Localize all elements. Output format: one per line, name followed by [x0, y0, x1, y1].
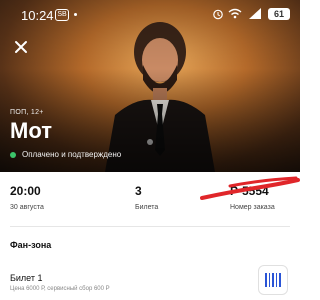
divider: [10, 226, 290, 227]
event-hero: 10:24 SB 61 ПОП, 12+ Мот Оплачено и подт…: [0, 0, 300, 172]
event-time: 20:00: [10, 184, 41, 198]
status-dot: [10, 151, 16, 158]
close-icon[interactable]: [10, 36, 32, 58]
zone-title: Фан-зона: [10, 240, 52, 250]
payment-status-text: Оплачено и подтверждено: [22, 150, 122, 159]
barcode-button[interactable]: [258, 265, 288, 295]
event-date: 30 августа: [10, 204, 44, 211]
alarm-icon: [213, 9, 223, 20]
battery-indicator: 61: [268, 8, 290, 20]
ticket-count-label: Билета: [135, 204, 159, 211]
status-time: 10:24: [21, 8, 54, 23]
wifi-icon: [228, 8, 242, 19]
signal-icon: [249, 8, 261, 19]
ticket-title[interactable]: Билет 1: [10, 273, 43, 283]
app-badge: SB: [55, 9, 69, 21]
artist-name: Мот: [10, 118, 52, 143]
barcode-icon: [265, 273, 281, 287]
ticket-count: 3: [135, 184, 142, 198]
ticket-price: Цена 6000 Р, сервисный сбор 600 Р: [10, 286, 110, 292]
notification-dot: [74, 13, 77, 16]
payment-status: Оплачено и подтверждено: [10, 150, 121, 159]
redaction-mark: [200, 176, 300, 200]
genre-age-label: ПОП, 12+: [10, 109, 44, 116]
status-bar: 10:24 SB 61: [0, 0, 300, 24]
